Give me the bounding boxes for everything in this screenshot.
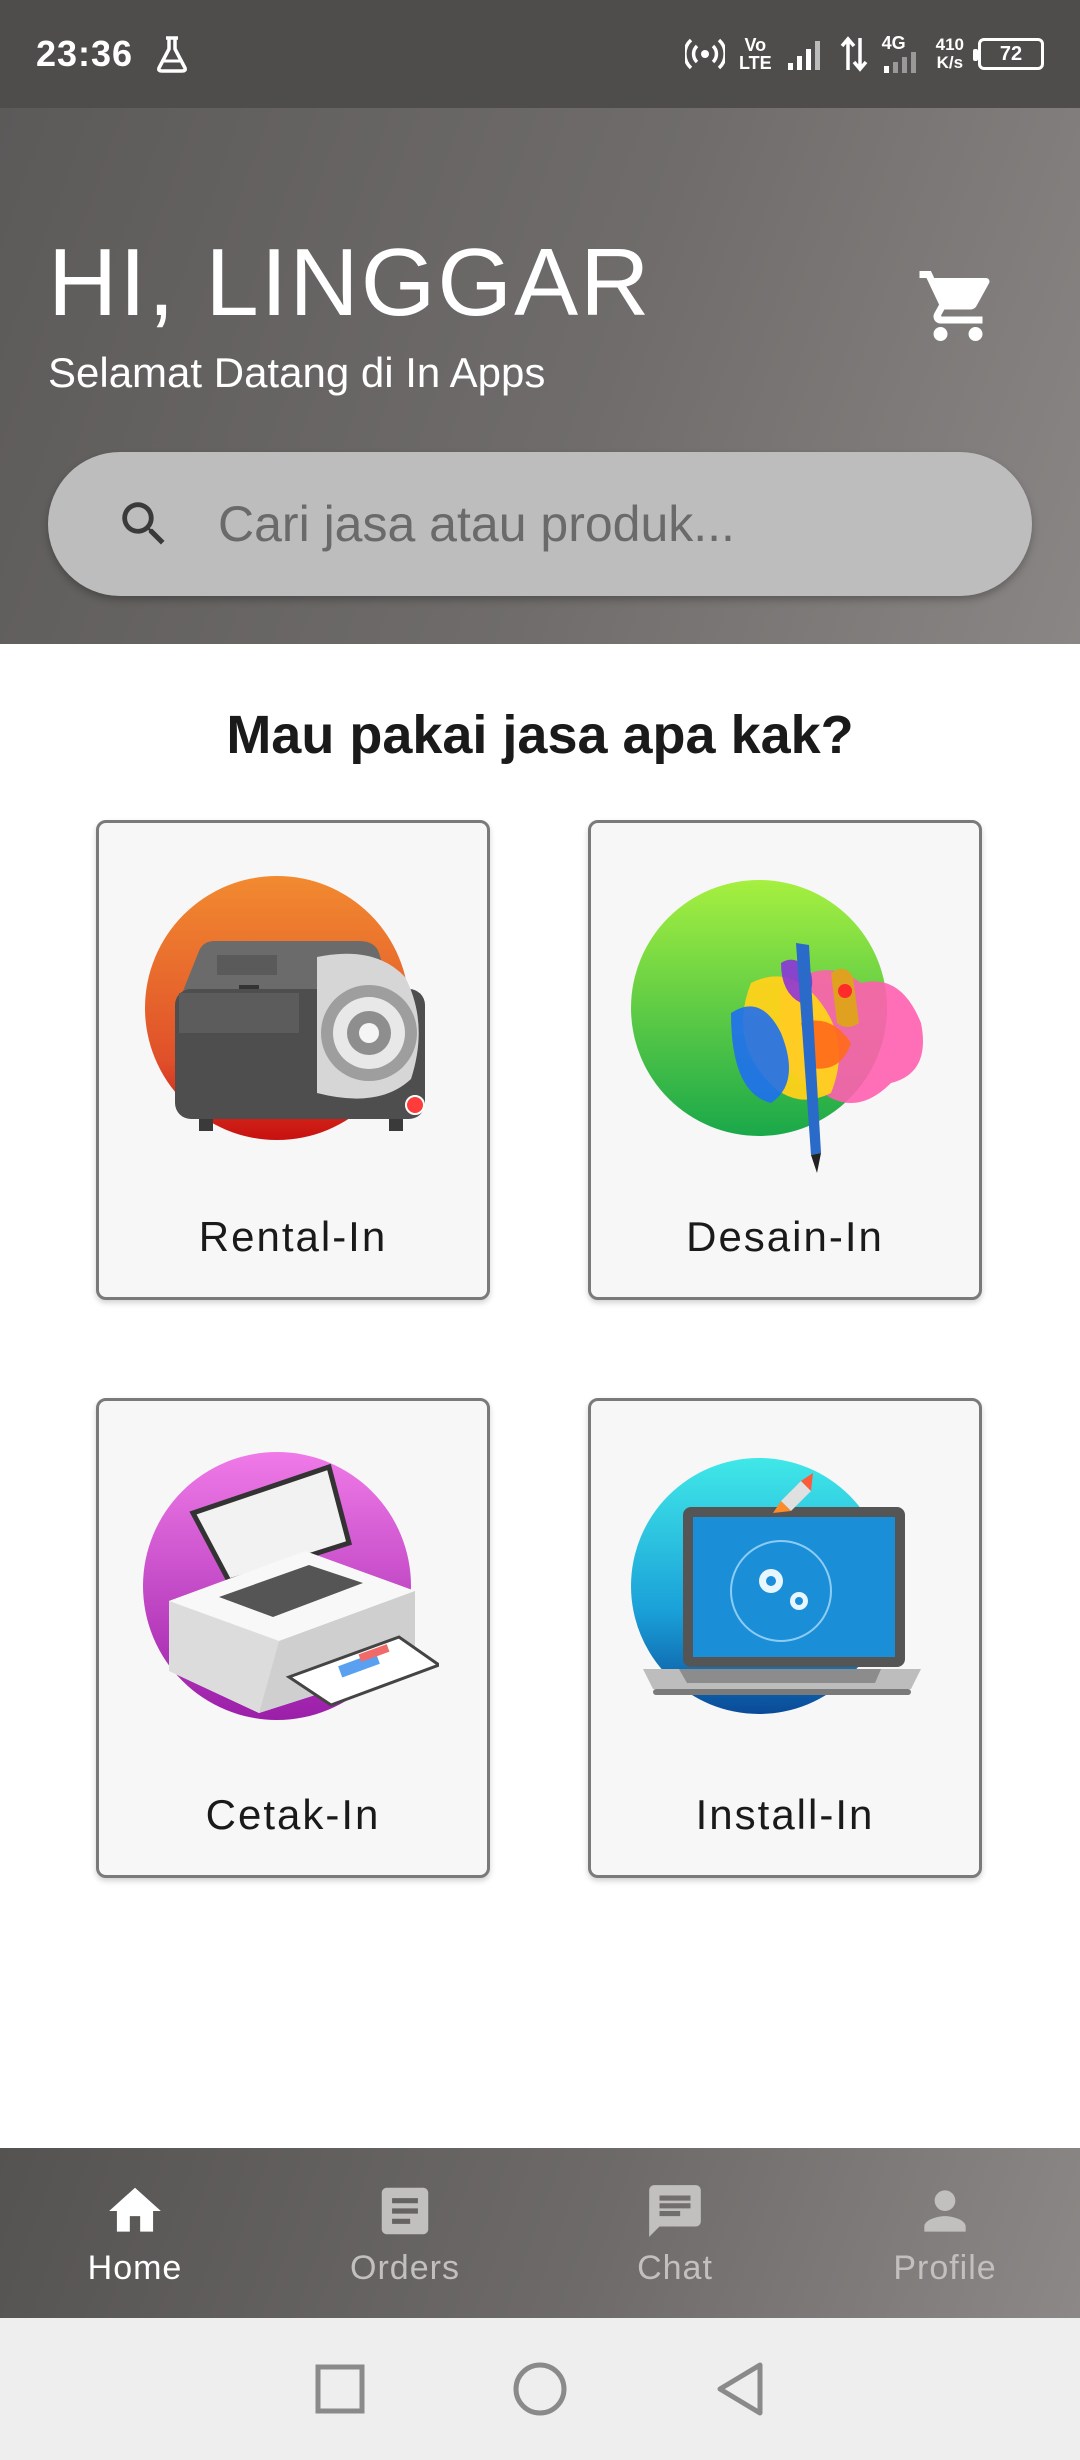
recent-apps-button[interactable] bbox=[310, 2359, 370, 2419]
home-icon bbox=[103, 2179, 167, 2243]
greeting-subtitle: Selamat Datang di In Apps bbox=[48, 349, 546, 396]
cart-button[interactable] bbox=[910, 258, 1006, 354]
system-navigation-bar bbox=[0, 2318, 1080, 2460]
nav-item-chat[interactable]: Chat bbox=[540, 2148, 810, 2318]
service-label: Rental-In bbox=[198, 1213, 388, 1260]
lab-flask-icon bbox=[155, 35, 189, 73]
lte-label: LTE bbox=[738, 53, 772, 73]
profile-icon bbox=[913, 2179, 977, 2243]
search-icon bbox=[114, 494, 174, 554]
square-icon bbox=[315, 2364, 365, 2414]
signal-strength-icon bbox=[786, 37, 826, 71]
data-transfer-icon bbox=[840, 36, 868, 72]
greeting-title: HI, LINGGAR bbox=[48, 229, 652, 336]
service-card-install[interactable]: Install-In bbox=[588, 1398, 982, 1878]
back-triangle-icon bbox=[717, 2362, 763, 2416]
cart-icon bbox=[919, 271, 990, 341]
status-bar: 23:36 Vo LTE 4G 410 K/s 72 bbox=[0, 0, 1080, 108]
service-card-cetak[interactable]: Cetak-In bbox=[96, 1398, 490, 1878]
hotspot-icon bbox=[684, 36, 725, 72]
battery-level: 72 bbox=[999, 42, 1023, 65]
chat-icon bbox=[643, 2179, 707, 2243]
signal-strength-2-icon bbox=[883, 52, 916, 73]
printer-icon bbox=[139, 1451, 443, 1751]
nav-item-profile[interactable]: Profile bbox=[810, 2148, 1080, 2318]
home-system-button[interactable] bbox=[510, 2359, 570, 2419]
nav-label: Home bbox=[87, 2248, 183, 2287]
nav-item-orders[interactable]: Orders bbox=[270, 2148, 540, 2318]
nav-label: Profile bbox=[893, 2248, 997, 2287]
search-input[interactable] bbox=[218, 474, 1032, 574]
laptop-icon bbox=[631, 1451, 931, 1751]
volte-label: Vo bbox=[744, 35, 767, 55]
service-label: Desain-In bbox=[686, 1213, 884, 1260]
circle-icon bbox=[513, 2362, 567, 2416]
search-bar[interactable] bbox=[48, 452, 1032, 596]
service-label: Cetak-In bbox=[205, 1791, 381, 1838]
orders-icon bbox=[373, 2179, 437, 2243]
bottom-navigation: Home Orders Chat Profile bbox=[0, 2148, 1080, 2318]
nav-label: Chat bbox=[637, 2248, 713, 2287]
service-card-desain[interactable]: Desain-In bbox=[588, 820, 982, 1300]
design-brush-icon bbox=[631, 873, 931, 1173]
projector-icon bbox=[139, 873, 439, 1173]
network-speed-unit: K/s bbox=[936, 53, 964, 72]
nav-item-home[interactable]: Home bbox=[0, 2148, 270, 2318]
network-speed-value: 410 bbox=[935, 35, 964, 54]
battery-icon: 72 bbox=[973, 38, 1044, 70]
header: HI, LINGGAR Selamat Datang di In Apps bbox=[0, 108, 1080, 644]
status-time: 23:36 bbox=[36, 33, 134, 74]
4g-label: 4G bbox=[881, 33, 906, 53]
back-button[interactable] bbox=[710, 2359, 770, 2419]
service-card-rental[interactable]: Rental-In bbox=[96, 820, 490, 1300]
service-label: Install-In bbox=[695, 1791, 875, 1838]
section-title: Mau pakai jasa apa kak? bbox=[226, 705, 854, 765]
nav-label: Orders bbox=[350, 2248, 460, 2287]
